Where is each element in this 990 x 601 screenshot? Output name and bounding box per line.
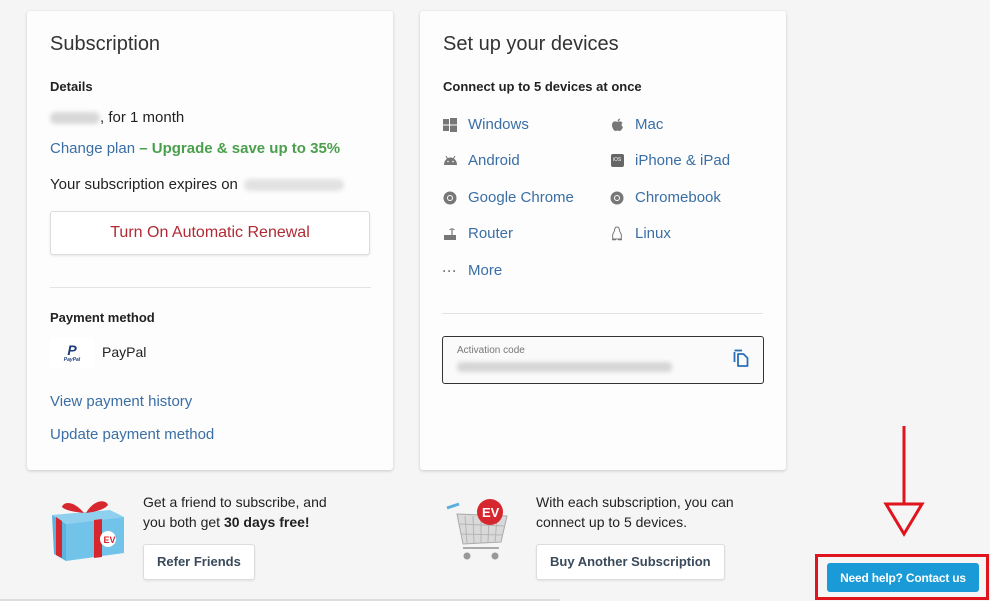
- device-label: Linux: [635, 225, 671, 242]
- chrome-icon: [442, 190, 458, 206]
- device-label: Mac: [635, 116, 664, 133]
- refer-friends-button[interactable]: Refer Friends: [143, 544, 255, 580]
- device-ios[interactable]: iOS iPhone & iPad: [609, 152, 730, 169]
- help-annotation-box: Need help? Contact us: [815, 554, 989, 600]
- cart-icon: EV: [446, 499, 508, 560]
- price-line: , for 1 month: [50, 109, 184, 126]
- devices-subtitle: Connect up to 5 devices at once: [443, 79, 642, 94]
- activation-code-label: Activation code: [457, 345, 525, 356]
- activation-code-redacted: [457, 362, 672, 372]
- device-label: Android: [468, 152, 520, 169]
- router-icon: [442, 226, 458, 242]
- windows-icon: [442, 117, 458, 133]
- price-suffix: , for 1 month: [100, 109, 185, 126]
- device-router[interactable]: Router: [442, 225, 513, 242]
- auto-renewal-button[interactable]: Turn On Automatic Renewal: [50, 211, 370, 255]
- svg-text:EV: EV: [482, 505, 500, 520]
- ios-icon: iOS: [609, 153, 625, 169]
- device-mac[interactable]: Mac: [609, 116, 663, 133]
- buy-line-2: connect up to 5 devices.: [536, 514, 687, 530]
- refer-line-1: Get a friend to subscribe, and: [143, 494, 327, 510]
- annotation-arrow-icon: [883, 426, 925, 537]
- apple-icon: [609, 117, 625, 133]
- android-icon: [442, 153, 458, 169]
- chrome-icon: [609, 190, 625, 206]
- device-label: iPhone & iPad: [635, 152, 731, 169]
- upgrade-text[interactable]: – Upgrade & save up to 35%: [139, 140, 340, 157]
- payment-method-label: Payment method: [50, 310, 155, 325]
- refer-line-2: you both get 30 days free!: [143, 512, 327, 532]
- device-linux[interactable]: Linux: [609, 225, 671, 242]
- device-android[interactable]: Android: [442, 152, 520, 169]
- update-payment-method-link[interactable]: Update payment method: [50, 426, 214, 443]
- expires-text: Your subscription expires on: [50, 176, 238, 193]
- view-payment-history-link[interactable]: View payment history: [50, 393, 192, 410]
- activation-code-field[interactable]: Activation code: [442, 336, 764, 384]
- device-windows[interactable]: Windows: [442, 116, 529, 133]
- change-plan-link[interactable]: Change plan: [50, 140, 135, 157]
- ios-badge: iOS: [610, 154, 624, 167]
- device-label: Router: [468, 225, 514, 242]
- buy-another-subscription-button[interactable]: Buy Another Subscription: [536, 544, 725, 580]
- devices-title: Set up your devices: [443, 33, 619, 55]
- subscription-card: Subscription Details , for 1 month Chang…: [27, 11, 393, 470]
- divider: [442, 313, 763, 314]
- buy-line-1: With each subscription, you can: [536, 494, 734, 510]
- refer-line-2-prefix: you both get: [143, 514, 224, 530]
- devices-card: Set up your devices Connect up to 5 devi…: [420, 11, 786, 470]
- device-label: More: [468, 262, 503, 279]
- copy-icon[interactable]: [733, 349, 749, 372]
- device-more[interactable]: ··· More: [442, 262, 503, 279]
- expiry-date-redacted: [244, 179, 345, 192]
- svg-text:EV: EV: [104, 535, 116, 545]
- price-redacted: [50, 112, 100, 125]
- device-label: Windows: [468, 116, 529, 133]
- expires-line: Your subscription expires on: [50, 176, 345, 193]
- device-google-chrome[interactable]: Google Chrome: [442, 189, 574, 206]
- refer-text: Get a friend to subscribe, and you both …: [143, 492, 327, 532]
- paypal-logo: P PayPal: [50, 338, 94, 368]
- divider: [50, 287, 371, 288]
- payment-method-name: PayPal: [102, 344, 147, 360]
- device-chromebook[interactable]: Chromebook: [609, 189, 721, 206]
- refer-highlight: 30 days free!: [223, 514, 310, 530]
- change-plan-line: Change plan – Upgrade & save up to 35%: [50, 140, 340, 157]
- linux-icon: [609, 226, 625, 242]
- gift-icon: EV: [52, 501, 124, 561]
- subscription-title: Subscription: [50, 33, 161, 55]
- buy-text: With each subscription, you can connect …: [536, 492, 734, 532]
- more-icon: ···: [442, 263, 458, 278]
- device-label: Chromebook: [635, 189, 721, 206]
- details-label: Details: [50, 79, 93, 94]
- paypal-icon: P: [67, 341, 77, 358]
- contact-us-button[interactable]: Need help? Contact us: [827, 563, 979, 592]
- paypal-wordmark: PayPal: [63, 356, 81, 363]
- device-label: Google Chrome: [468, 189, 574, 206]
